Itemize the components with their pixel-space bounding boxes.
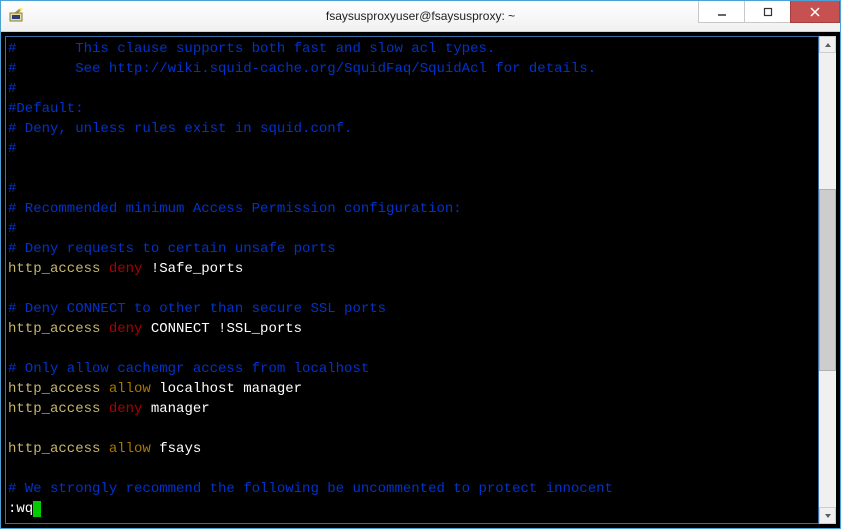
config-comment: # — [8, 81, 16, 97]
titlebar[interactable]: fsaysusproxyuser@fsaysusproxy: ~ — [1, 1, 840, 32]
keyword-allow: allow — [109, 441, 151, 457]
directive: http_access — [8, 381, 100, 397]
putty-icon — [9, 8, 25, 24]
directive: http_access — [8, 321, 100, 337]
config-comment: # We strongly recommend the following be… — [8, 481, 613, 497]
keyword-deny: deny — [109, 261, 143, 277]
config-comment: # Only allow cachemgr access from localh… — [8, 361, 369, 377]
terminal-area: # This clause supports both fast and slo… — [1, 32, 840, 528]
directive: http_access — [8, 441, 100, 457]
terminal[interactable]: # This clause supports both fast and slo… — [5, 36, 819, 524]
config-comment: # Deny CONNECT to other than secure SSL … — [8, 301, 386, 317]
scrollbar-thumb[interactable] — [819, 189, 836, 371]
directive: http_access — [8, 261, 100, 277]
scroll-down-button[interactable] — [819, 507, 836, 524]
window-controls — [698, 1, 840, 23]
vertical-scrollbar[interactable] — [819, 36, 836, 524]
config-comment: # This clause supports both fast and slo… — [8, 41, 495, 57]
config-comment: # — [8, 181, 16, 197]
config-comment: # Recommended minimum Access Permission … — [8, 201, 462, 217]
directive: http_access — [8, 401, 100, 417]
keyword-deny: deny — [109, 321, 143, 337]
config-comment: # — [8, 221, 16, 237]
directive-arg: !Safe_ports — [151, 261, 243, 277]
keyword-deny: deny — [109, 401, 143, 417]
directive-arg: manager — [151, 401, 210, 417]
cursor — [33, 501, 41, 517]
putty-window: fsaysusproxyuser@fsaysusproxy: ~ # This … — [0, 0, 841, 529]
scroll-up-button[interactable] — [819, 36, 836, 53]
directive-arg: fsays — [159, 441, 201, 457]
scrollbar-track[interactable] — [819, 53, 836, 507]
keyword-allow: allow — [109, 381, 151, 397]
maximize-button[interactable] — [744, 1, 790, 23]
config-comment: # Deny requests to certain unsafe ports — [8, 241, 336, 257]
config-comment: # — [8, 141, 16, 157]
close-button[interactable] — [790, 1, 840, 23]
minimize-button[interactable] — [698, 1, 744, 23]
window-title: fsaysusproxyuser@fsaysusproxy: ~ — [326, 9, 515, 23]
vim-command-line[interactable]: :wq — [8, 501, 33, 517]
config-comment: #Default: — [8, 101, 84, 117]
config-comment: # See http://wiki.squid-cache.org/SquidF… — [8, 61, 596, 77]
config-comment: # Deny, unless rules exist in squid.conf… — [8, 121, 352, 137]
directive-arg: CONNECT !SSL_ports — [151, 321, 302, 337]
directive-arg: localhost manager — [159, 381, 302, 397]
